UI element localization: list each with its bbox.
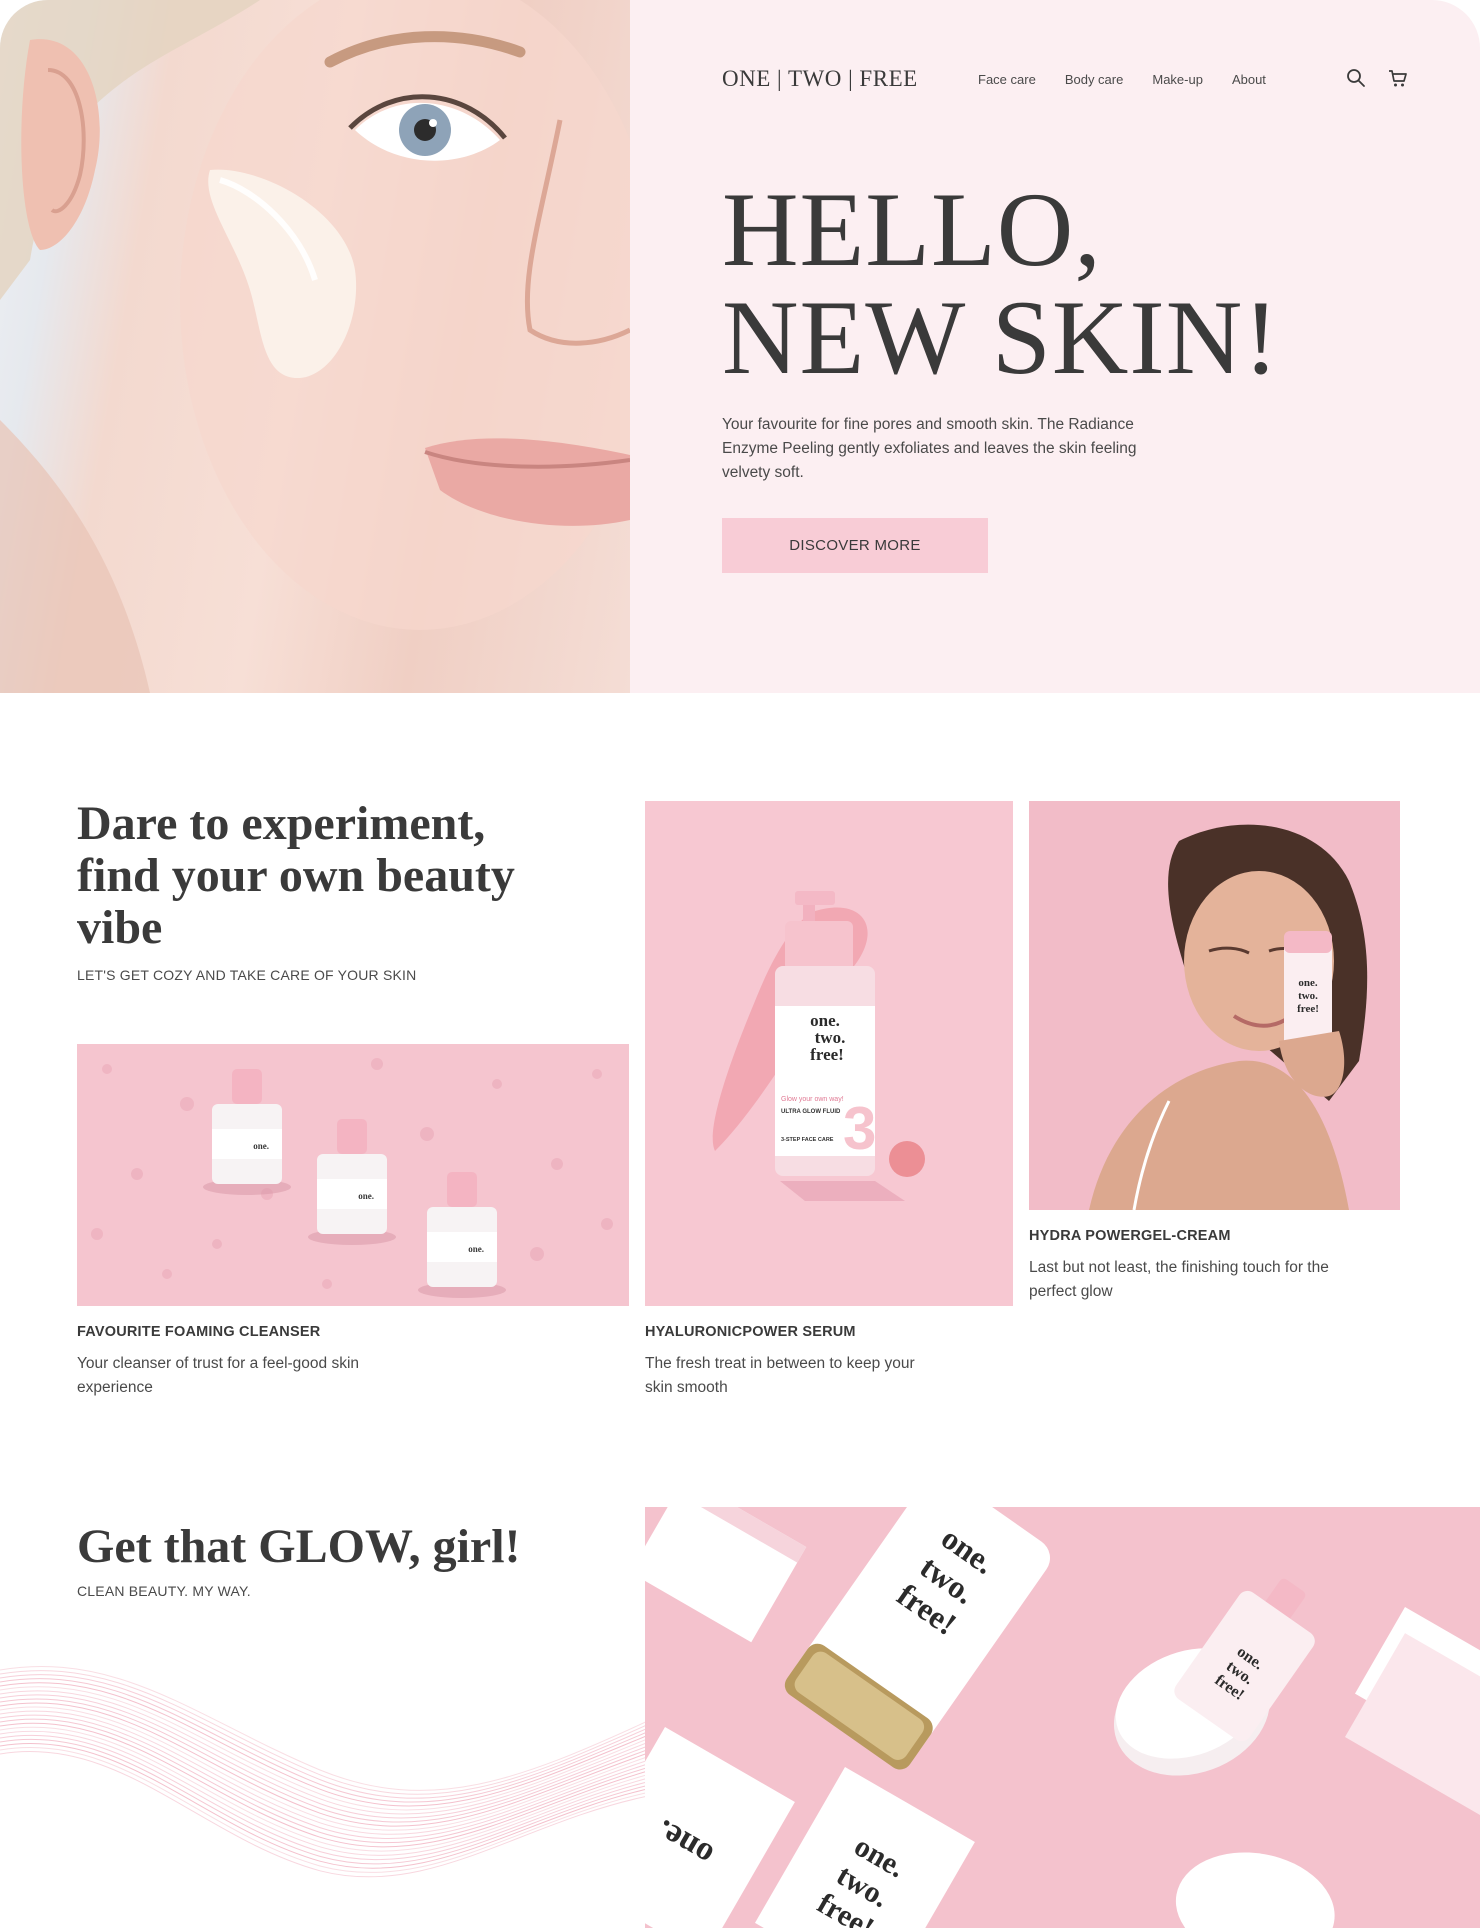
header-icons: [1346, 68, 1408, 88]
wave-line: [0, 1738, 650, 1865]
svg-text:ULTRA GLOW FLUID: ULTRA GLOW FLUID: [781, 1109, 841, 1115]
hero-description: Your favourite for fine pores and smooth…: [722, 416, 1137, 481]
search-icon[interactable]: [1346, 68, 1366, 88]
nav-link-about[interactable]: About: [1232, 72, 1266, 87]
model-face-illustration: [0, 0, 630, 693]
product-title-cleanser[interactable]: FAVOURITE FOAMING CLEANSER: [77, 1324, 320, 1340]
cart-icon[interactable]: [1388, 68, 1408, 88]
section-subtitle-experiment: LET'S GET COZY AND TAKE CARE OF YOUR SKI…: [77, 967, 417, 983]
svg-text:Glow your own way!: Glow your own way!: [781, 1096, 844, 1103]
svg-text:one.: one.: [358, 1191, 374, 1201]
hero-title-line-1: HELLO,: [722, 171, 1102, 288]
product-flatlay-image: one. one. two. free! one. two. free! one…: [645, 1507, 1480, 1928]
hero-title: HELLO, NEW SKIN!: [722, 176, 1280, 392]
discover-more-button[interactable]: DISCOVER MORE: [722, 518, 988, 573]
product-text-cream: Last but not least, the finishing touch …: [1029, 1259, 1329, 1300]
cream-model-image[interactable]: one. two. free!: [1029, 801, 1400, 1210]
cream-model-illustration: one. two. free!: [1029, 801, 1400, 1210]
svg-text:free!: free!: [1297, 1003, 1319, 1015]
section-subtitle-glow: CLEAN BEAUTY. MY WAY.: [77, 1583, 251, 1599]
svg-text:one.: one.: [253, 1141, 269, 1151]
brand-logo[interactable]: ONE | TWO | FREE: [722, 66, 918, 92]
hero-section: ONE | TWO | FREE Face care Body care Mak…: [0, 0, 1480, 693]
wave-line: [0, 1666, 650, 1791]
svg-text:one.: one.: [1298, 977, 1318, 989]
wave-line: [0, 1678, 650, 1803]
wave-line: [0, 1682, 650, 1807]
serum-bottle-illustration: one. two. free! Glow your own way! ULTRA…: [645, 801, 1013, 1306]
wave-line: [0, 1730, 650, 1856]
product-title-serum[interactable]: HYALURONICPOWER SERUM: [645, 1324, 856, 1340]
cleanser-bottles-illustration: one. one. one.: [77, 1044, 629, 1306]
section-title-experiment: Dare to experiment, find your own beauty…: [77, 797, 515, 954]
svg-text:free!: free!: [810, 1045, 844, 1064]
product-title-cream[interactable]: HYDRA POWERGEL-CREAM: [1029, 1228, 1231, 1244]
svg-text:3-STEP FACE CARE: 3-STEP FACE CARE: [781, 1137, 834, 1143]
svg-text:one.: one.: [468, 1244, 484, 1254]
svg-text:3: 3: [843, 1095, 876, 1162]
wave-line: [0, 1706, 650, 1831]
product-text-cleanser: Your cleanser of trust for a feel-good s…: [77, 1355, 360, 1396]
main-nav: Face care Body care Make-up About: [978, 72, 1266, 87]
decorative-wave-lines: [0, 1666, 650, 1878]
section-title-glow: Get that GLOW, girl!: [77, 1520, 521, 1573]
cleanser-product-image[interactable]: one. one. one.: [77, 1044, 629, 1306]
wave-line: [0, 1670, 650, 1795]
product-flatlay-illustration: one. one. two. free! one. two. free! one…: [645, 1507, 1480, 1928]
nav-link-make-up[interactable]: Make-up: [1152, 72, 1203, 87]
serum-product-image[interactable]: one. two. free! Glow your own way! ULTRA…: [645, 801, 1013, 1306]
hero-title-line-2: NEW SKIN!: [722, 279, 1280, 396]
svg-text:two.: two.: [1298, 990, 1318, 1002]
nav-link-face-care[interactable]: Face care: [978, 72, 1036, 87]
hero-panel: ONE | TWO | FREE Face care Body care Mak…: [630, 0, 1480, 693]
wave-line: [0, 1694, 650, 1819]
nav-link-body-care[interactable]: Body care: [1065, 72, 1124, 87]
hero-model-photo: [0, 0, 630, 693]
product-text-serum: The fresh treat in between to keep your …: [645, 1355, 915, 1396]
